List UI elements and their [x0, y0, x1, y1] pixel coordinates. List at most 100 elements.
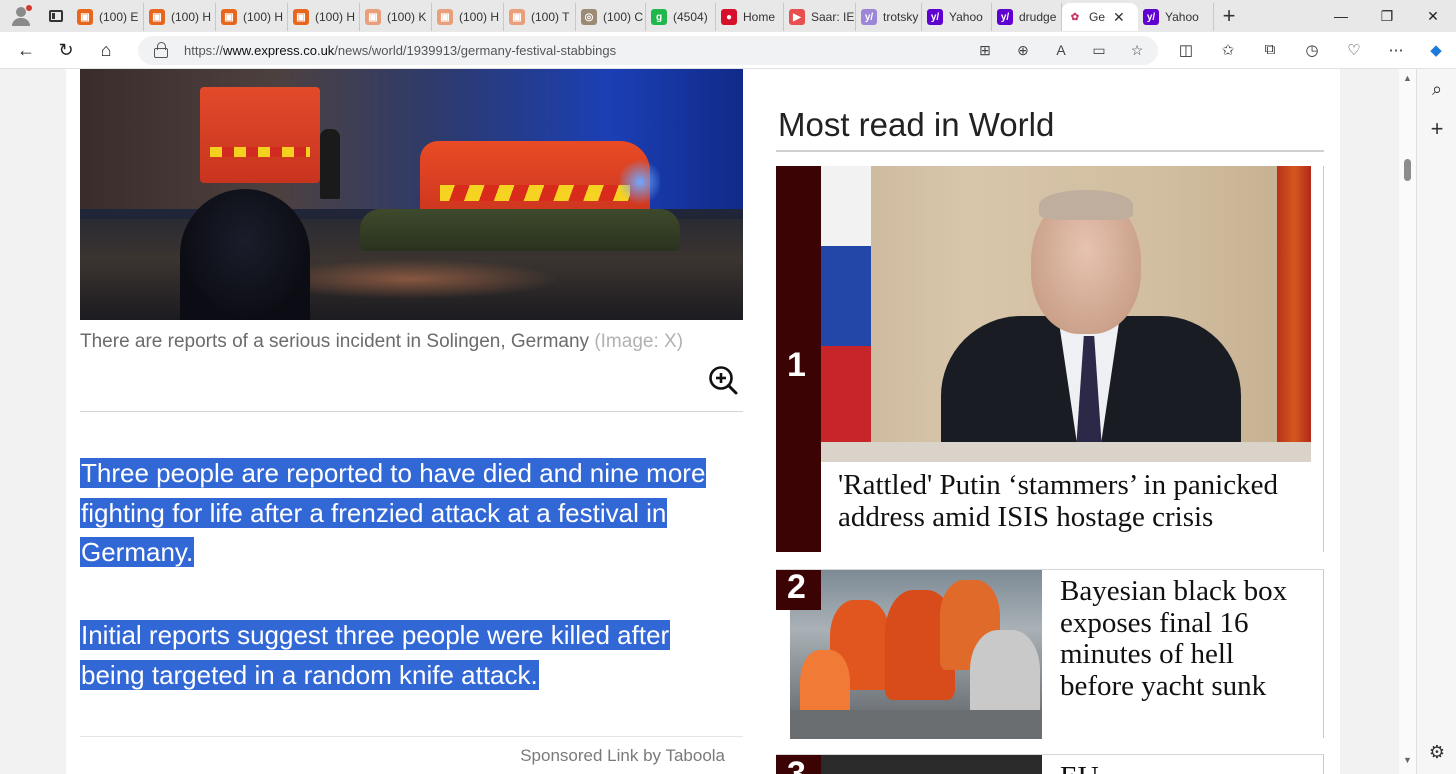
browser-tab[interactable]: ▣ (100) T	[504, 3, 576, 31]
tab-favicon-icon: ▣	[149, 9, 165, 25]
favorites-icon[interactable]: ✩	[1216, 41, 1240, 59]
tab-favicon-icon: ▣	[293, 9, 309, 25]
tab-label: Yahoo	[949, 10, 983, 24]
split-screen-icon[interactable]: ◫	[1174, 41, 1198, 59]
rank-number: 2	[787, 568, 806, 606]
settings-icon[interactable]: ⚙	[1417, 732, 1456, 772]
tab-label: (100) C	[603, 10, 644, 24]
tab-favicon-icon: y/	[997, 9, 1013, 25]
tab-label: (100) T	[531, 10, 570, 24]
tab-favicon-icon: ◎	[581, 9, 597, 25]
page-scrollbar[interactable]: ▲ ▼	[1399, 69, 1416, 774]
divider	[80, 411, 743, 412]
browser-tab[interactable]: y/trotsky	[856, 3, 922, 31]
tab-label: (100) H	[315, 10, 356, 24]
tab-label: (100) H	[171, 10, 212, 24]
more-menu-icon[interactable]: ⋯	[1384, 41, 1408, 59]
most-read-title: Most read in World	[778, 106, 1055, 143]
most-read-thumbnail[interactable]	[821, 166, 1311, 462]
tab-actions-icon[interactable]	[40, 0, 72, 32]
tab-label: Home	[743, 10, 776, 24]
collections-icon[interactable]: ⧉	[1258, 41, 1282, 58]
tab-favicon-icon: ●	[721, 9, 737, 25]
tab-favicon-icon: y/	[1143, 9, 1159, 25]
article-hero-image[interactable]	[80, 69, 743, 320]
browser-tab[interactable]: ▣ (100) H	[216, 3, 288, 31]
scrollbar-thumb[interactable]	[1404, 159, 1411, 181]
zoom-in-icon[interactable]	[708, 365, 738, 395]
browser-tab[interactable]: ◎ (100) C	[576, 3, 646, 31]
tab-favicon-icon: g	[651, 9, 667, 25]
browser-tab[interactable]: ▣ (100) K	[360, 3, 432, 31]
lock-icon[interactable]	[154, 42, 168, 58]
browser-tab[interactable]: ● Home	[716, 3, 784, 31]
browser-tab[interactable]: y/Yahoo	[1138, 3, 1214, 31]
browser-tab[interactable]: y/drudge	[992, 3, 1062, 31]
tab-label: (100) E	[99, 10, 139, 24]
refresh-icon[interactable]: ↻	[46, 32, 86, 69]
tab-favicon-icon: ▣	[221, 9, 237, 25]
tab-favicon-icon: ▶	[789, 9, 805, 25]
new-tab-button[interactable]: +	[1214, 1, 1244, 31]
tab-label: (4504)	[673, 10, 708, 24]
zoom-page-icon[interactable]: ⊕	[1014, 42, 1032, 59]
add-sidebar-icon[interactable]: +	[1417, 109, 1456, 149]
search-icon[interactable]: ⌕	[1417, 69, 1456, 109]
browser-tab[interactable]: ▶ Saar: IE	[784, 3, 856, 31]
browser-tab[interactable]: ▣ (100) H	[432, 3, 504, 31]
url-text[interactable]: https://www.express.co.uk/news/world/193…	[184, 43, 616, 58]
home-icon[interactable]: ⌂	[86, 32, 126, 69]
performance-icon[interactable]: ♡	[1342, 41, 1366, 59]
minimize-icon[interactable]: —	[1318, 0, 1364, 32]
history-icon[interactable]: ◷	[1300, 41, 1324, 59]
tab-label: Ge	[1089, 10, 1106, 24]
tab-favicon-icon: ✿	[1067, 9, 1083, 25]
most-read-item-3[interactable]: 3 EU	[776, 754, 1324, 774]
caption-credit: (Image: X)	[594, 331, 684, 352]
browser-tab[interactable]: ▣ (100) H	[144, 3, 216, 31]
scroll-up-icon[interactable]: ▲	[1402, 73, 1413, 83]
address-bar[interactable]: https://www.express.co.uk/news/world/193…	[138, 36, 1158, 65]
article-paragraph-2: Initial reports suggest three people wer…	[80, 620, 671, 690]
tab-favicon-icon: y/	[861, 9, 877, 25]
scroll-down-icon[interactable]: ▼	[1402, 755, 1413, 765]
browser-tab[interactable]: g (4504)	[646, 3, 716, 31]
tab-label: drudge	[1019, 10, 1057, 24]
browser-tab[interactable]: ✿ Ge ✕	[1062, 3, 1138, 31]
tab-strip: ▣ (100) E ▣ (100) H ▣ (100) H ▣ (100) H ▣ (100) K…	[0, 0, 1456, 32]
browser-tab[interactable]: y/Yahoo	[922, 3, 992, 31]
tab-favicon-icon: y/	[927, 9, 943, 25]
sponsored-link[interactable]: Sponsored Link by Taboola	[520, 746, 725, 766]
tab-label: (100) H	[243, 10, 284, 24]
caption-text: There are reports of a serious incident …	[80, 331, 590, 352]
tab-favicon-icon: ▣	[77, 9, 93, 25]
rank-number: 1	[787, 346, 806, 384]
close-tab-icon[interactable]: ✕	[1113, 9, 1125, 26]
tab-label: Yahoo	[1165, 10, 1199, 24]
image-caption: There are reports of a serious incident …	[80, 331, 683, 353]
article-page: There are reports of a serious incident …	[66, 69, 1340, 774]
most-read-headline[interactable]: 'Rattled' Putin ‘stammers’ in panicked a…	[838, 469, 1308, 533]
app-available-icon[interactable]: ⊞	[976, 42, 994, 59]
profile-icon[interactable]	[0, 0, 40, 32]
tab-label: Saar: IE	[811, 10, 855, 24]
most-read-headline[interactable]: Bayesian black box exposes final 16 minu…	[1060, 575, 1310, 702]
divider	[80, 736, 743, 737]
immersive-reader-icon[interactable]: ▭	[1090, 42, 1108, 59]
tab-label: trotsky	[883, 10, 919, 24]
favorite-star-icon[interactable]: ☆	[1128, 42, 1146, 59]
most-read-item-2[interactable]: 2 Bayesian black box exposes final 16 mi…	[776, 568, 1324, 739]
read-aloud-icon[interactable]: A	[1052, 42, 1070, 58]
most-read-thumbnail[interactable]	[790, 570, 1042, 739]
tab-favicon-icon: ▣	[437, 9, 453, 25]
most-read-headline[interactable]: EU	[1060, 761, 1099, 774]
most-read-item-1[interactable]: 1 'Rattled' Putin ‘stammers’ in panicked…	[776, 166, 1324, 552]
maximize-icon[interactable]: ❐	[1364, 0, 1410, 32]
most-read-thumbnail[interactable]	[821, 755, 1042, 774]
close-window-icon[interactable]: ✕	[1410, 0, 1456, 32]
browser-tab[interactable]: ▣ (100) H	[288, 3, 360, 31]
copilot-icon[interactable]: ◆	[1424, 41, 1448, 59]
back-icon[interactable]: ←	[6, 32, 46, 69]
tab-label: (100) K	[387, 10, 427, 24]
browser-tab[interactable]: ▣ (100) E	[72, 3, 144, 31]
